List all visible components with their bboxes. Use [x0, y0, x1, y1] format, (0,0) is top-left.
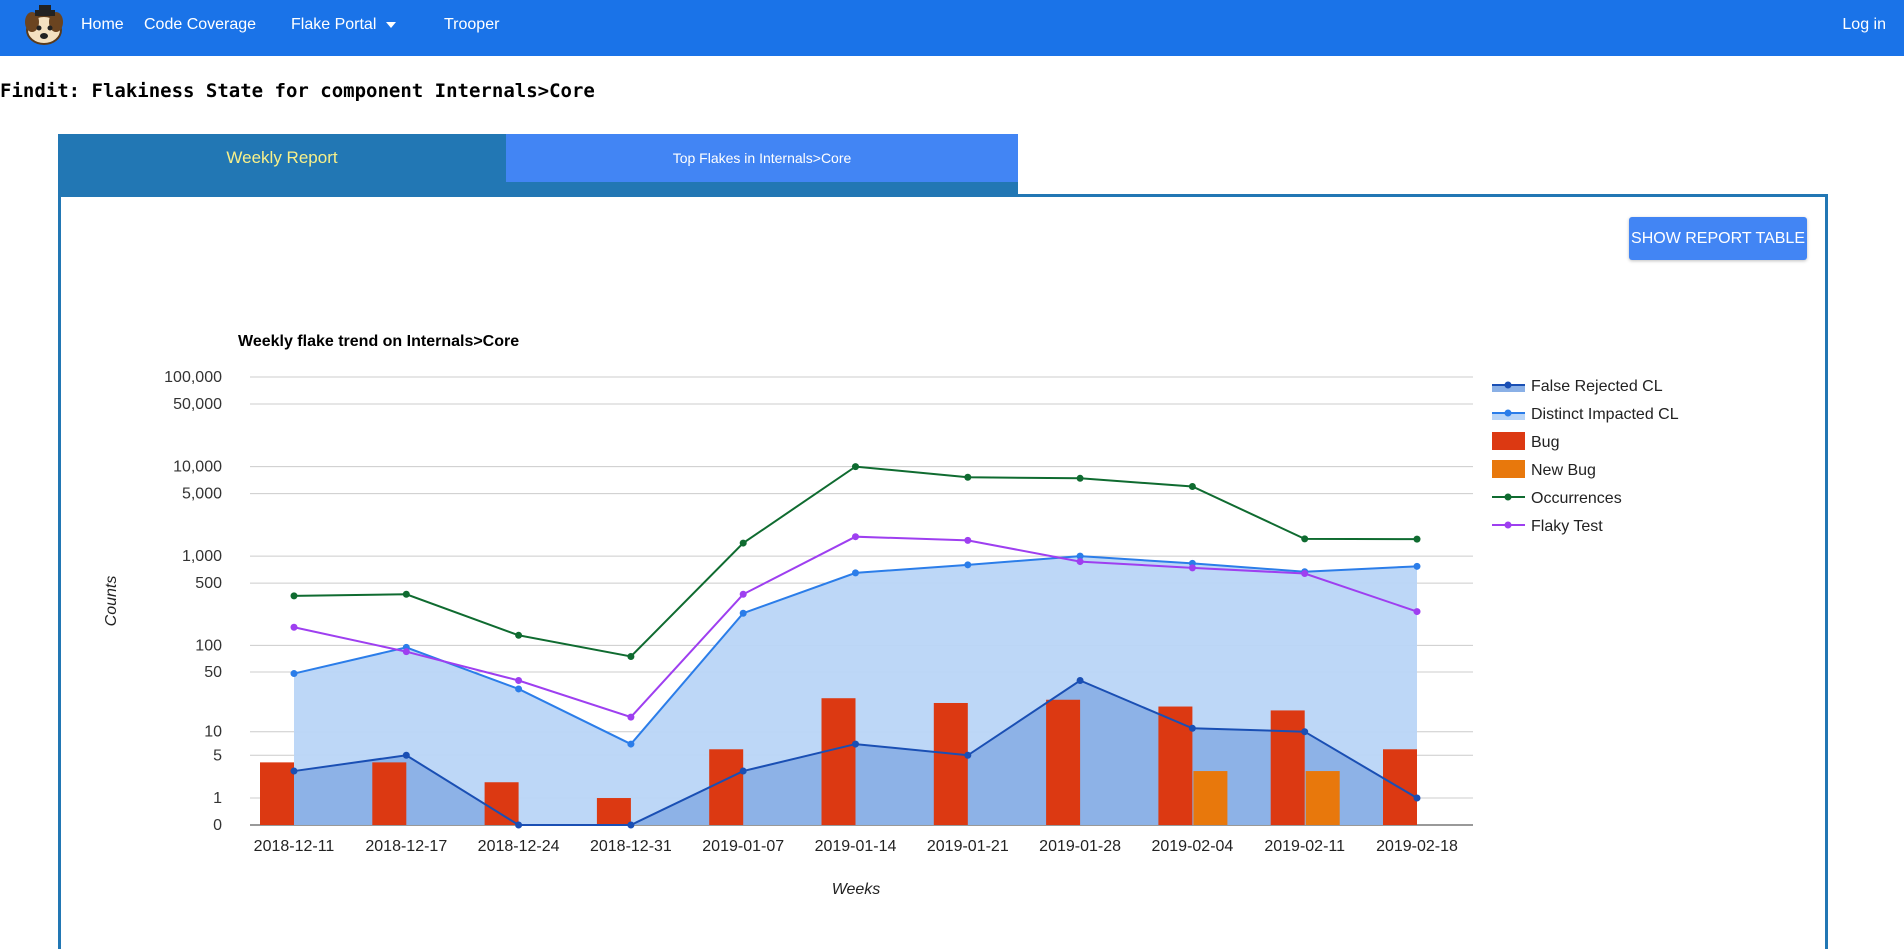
x-tick-label: 2018-12-24	[478, 838, 560, 855]
point-occurrences	[627, 652, 635, 660]
point-false-rejected-cl	[515, 821, 523, 829]
legend-label-new-bug: New Bug	[1531, 462, 1596, 479]
point-false-rejected-cl	[852, 740, 859, 748]
bar-bug	[821, 698, 856, 825]
y-tick-label: 0	[213, 817, 222, 834]
point-flaky-test	[402, 648, 410, 656]
bar-bug	[1270, 710, 1305, 825]
point-occurrences	[402, 590, 410, 598]
point-flaky-test	[1188, 564, 1196, 572]
point-occurrences	[1188, 482, 1196, 490]
y-tick-label: 1,000	[182, 548, 222, 565]
chart-legend: False Rejected CL Distinct Impacted CL Bug…	[1492, 378, 1679, 535]
y-tick-label: 50	[204, 664, 222, 681]
point-occurrences	[852, 463, 859, 471]
chart-y-axis-label: Counts	[103, 576, 120, 627]
y-tick-label: 10	[204, 724, 222, 741]
legend-label-occurrences: Occurrences	[1531, 490, 1622, 507]
point-flaky-test	[852, 533, 859, 541]
chart-title: Weekly flake trend on Internals>Core	[238, 333, 519, 350]
point-false-rejected-cl	[1301, 728, 1309, 736]
y-tick-label: 10,000	[173, 459, 222, 476]
x-tick-label: 2018-12-11	[254, 838, 335, 855]
x-tick-label: 2019-01-28	[1039, 838, 1121, 855]
y-tick-label: 500	[195, 575, 222, 592]
bar-new-bug	[1193, 771, 1228, 825]
x-tick-label: 2019-01-14	[815, 838, 897, 855]
point-flaky-test	[1076, 558, 1084, 566]
point-occurrences	[964, 473, 972, 481]
x-tick-label: 2019-02-04	[1151, 838, 1233, 855]
bar-bug	[933, 702, 968, 825]
point-occurrences	[1413, 535, 1421, 543]
legend-label-false-rejected-cl: False Rejected CL	[1531, 378, 1663, 395]
point-distinct-impacted-cl	[290, 670, 298, 678]
point-false-rejected-cl	[1188, 724, 1196, 732]
point-distinct-impacted-cl	[1413, 562, 1421, 570]
point-occurrences	[515, 631, 523, 639]
point-false-rejected-cl	[402, 751, 410, 759]
point-false-rejected-cl	[290, 767, 298, 775]
bar-bug	[260, 762, 294, 825]
legend-label-bug: Bug	[1531, 434, 1559, 451]
bar-bug	[709, 749, 744, 825]
bar-bug	[1046, 699, 1081, 825]
y-tick-label: 50,000	[173, 396, 222, 413]
point-occurrences	[290, 592, 298, 600]
point-distinct-impacted-cl	[964, 561, 972, 569]
point-flaky-test	[1413, 608, 1421, 616]
x-tick-label: 2019-02-11	[1264, 838, 1345, 855]
chart-x-axis-label: Weeks	[832, 881, 881, 898]
point-occurrences	[1076, 474, 1084, 482]
x-tick-label: 2019-01-21	[927, 838, 1009, 855]
legend-swatch-new-bug	[1492, 460, 1525, 478]
x-tick-label: 2019-01-07	[702, 838, 784, 855]
x-tick-label: 2018-12-31	[590, 838, 672, 855]
point-flaky-test	[739, 590, 747, 598]
point-false-rejected-cl	[1413, 794, 1421, 802]
y-tick-label: 1	[213, 790, 222, 807]
bar-bug	[596, 798, 631, 825]
point-false-rejected-cl	[627, 821, 635, 829]
point-flaky-test	[515, 676, 523, 684]
legend-marker-occurrences	[1504, 493, 1512, 501]
legend-label-flaky-test: Flaky Test	[1531, 518, 1603, 535]
point-distinct-impacted-cl	[515, 685, 523, 693]
legend-label-distinct-impacted-cl: Distinct Impacted CL	[1531, 406, 1679, 423]
point-false-rejected-cl	[739, 767, 747, 775]
legend-marker-false-rejected-cl	[1504, 381, 1512, 389]
point-flaky-test	[290, 623, 298, 631]
legend-marker-flaky-test	[1504, 521, 1512, 529]
legend-swatch-bug	[1492, 432, 1525, 450]
point-flaky-test	[1301, 570, 1309, 578]
y-tick-label: 5,000	[182, 486, 222, 503]
x-tick-label: 2018-12-17	[365, 838, 447, 855]
point-distinct-impacted-cl	[627, 740, 635, 748]
y-tick-label: 100,000	[164, 369, 222, 386]
x-tick-label: 2019-02-18	[1376, 838, 1458, 855]
point-occurrences	[1301, 535, 1309, 543]
point-distinct-impacted-cl	[852, 569, 859, 577]
legend-marker-distinct-impacted-cl	[1504, 409, 1512, 417]
point-flaky-test	[627, 713, 635, 721]
y-tick-label: 5	[213, 747, 222, 764]
bar-bug	[484, 782, 519, 825]
point-flaky-test	[964, 536, 972, 544]
point-occurrences	[739, 539, 747, 547]
weekly-flake-trend-chart: 0 1 5 10 50 100 500 1,000 5,000 10,000 50,000 100,0…	[103, 333, 1679, 898]
bar-bug	[372, 762, 407, 825]
point-false-rejected-cl	[964, 751, 972, 759]
y-tick-label: 100	[195, 637, 222, 654]
point-distinct-impacted-cl	[739, 609, 747, 617]
bar-bug	[1158, 706, 1193, 825]
point-false-rejected-cl	[1076, 676, 1084, 684]
bar-new-bug	[1305, 771, 1340, 825]
